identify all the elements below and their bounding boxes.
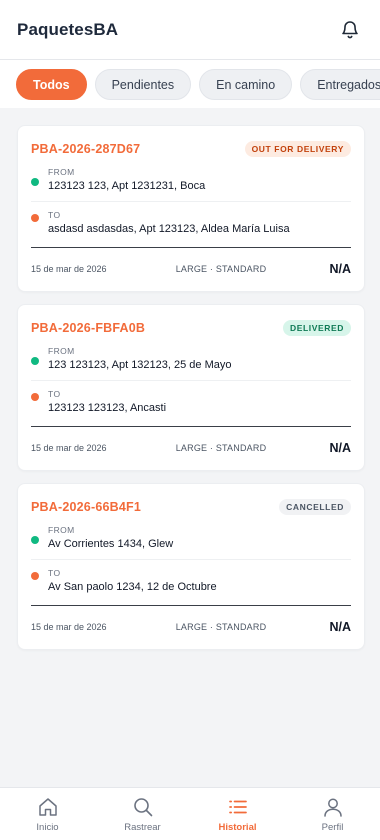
filter-tabs-bar: Todos Pendientes En camino Entregados: [0, 60, 380, 108]
tab-entregados[interactable]: Entregados: [300, 69, 380, 100]
origin: FROM Av Corrientes 1434, Glew: [31, 524, 351, 560]
home-icon: [36, 795, 60, 819]
destination-dot-icon: [31, 393, 39, 401]
nav-perfil-label: Perfil: [321, 822, 344, 833]
origin: FROM 123123 123, Apt 1231231, Boca: [31, 166, 351, 202]
destination-address: Av San paolo 1234, 12 de Octubre: [48, 581, 217, 593]
nav-inicio[interactable]: Inicio: [0, 788, 95, 833]
origin-label: FROM: [48, 525, 75, 535]
nav-rastrear[interactable]: Rastrear: [95, 788, 190, 833]
nav-perfil[interactable]: Perfil: [285, 788, 380, 833]
destination-dot-icon: [31, 572, 39, 580]
destination: TO Av San paolo 1234, 12 de Octubre: [31, 560, 351, 605]
status-badge: OUT FOR DELIVERY: [244, 140, 351, 157]
destination: TO 123123 123123, Ancasti: [31, 381, 351, 426]
shipment-size: LARGE · STANDARD: [175, 263, 267, 274]
shipment-list: PBA-2026-287D67 OUT FOR DELIVERY FROM 12…: [17, 125, 365, 662]
bottom-nav: Inicio Rastrear Historial Perfil: [0, 787, 380, 840]
origin-dot-icon: [31, 357, 39, 365]
origin-dot-icon: [31, 178, 39, 186]
tab-pendientes[interactable]: Pendientes: [94, 69, 192, 100]
shipment-price: N/A: [329, 619, 351, 634]
route: FROM 123123 123, Apt 1231231, Boca TO as…: [31, 166, 351, 247]
card-footer: 15 de mar de 2026 LARGE · STANDARD N/A: [31, 426, 351, 458]
tab-todos[interactable]: Todos: [16, 69, 87, 100]
destination-address: 123123 123123, Ancasti: [48, 402, 167, 414]
origin-address: Av Corrientes 1434, Glew: [48, 538, 174, 550]
status-badge: CANCELLED: [279, 498, 351, 515]
list-icon: [226, 795, 250, 819]
nav-rastrear-label: Rastrear: [124, 822, 161, 833]
top-bar: PaquetesBA: [0, 0, 380, 60]
origin-dot-icon: [31, 536, 39, 544]
shipment-card[interactable]: PBA-2026-66B4F1 CANCELLED FROM Av Corrie…: [17, 483, 365, 650]
route: FROM Av Corrientes 1434, Glew TO Av San …: [31, 524, 351, 605]
shipment-date: 15 de mar de 2026: [31, 621, 107, 632]
tab-en-camino[interactable]: En camino: [199, 69, 293, 100]
filter-tabs: Todos Pendientes En camino Entregados: [0, 60, 380, 100]
shipment-price: N/A: [329, 440, 351, 455]
card-footer: 15 de mar de 2026 LARGE · STANDARD N/A: [31, 605, 351, 637]
route: FROM 123 123123, Apt 132123, 25 de Mayo …: [31, 345, 351, 426]
destination-label: TO: [48, 210, 61, 220]
destination: TO asdasd asdasdas, Apt 123123, Aldea Ma…: [31, 202, 351, 247]
user-icon: [321, 795, 345, 819]
nav-inicio-label: Inicio: [36, 822, 59, 833]
card-header: PBA-2026-FBFA0B DELIVERED: [31, 319, 351, 336]
bell-icon[interactable]: [338, 18, 362, 42]
destination-label: TO: [48, 389, 61, 399]
origin-label: FROM: [48, 346, 75, 356]
card-header: PBA-2026-287D67 OUT FOR DELIVERY: [31, 140, 351, 157]
destination-label: TO: [48, 568, 61, 578]
shipment-date: 15 de mar de 2026: [31, 442, 107, 453]
destination-address: asdasd asdasdas, Apt 123123, Aldea María…: [48, 223, 290, 235]
origin-label: FROM: [48, 167, 75, 177]
nav-historial[interactable]: Historial: [190, 788, 285, 833]
shipment-card[interactable]: PBA-2026-FBFA0B DELIVERED FROM 123 12312…: [17, 304, 365, 471]
tracking-number: PBA-2026-FBFA0B: [31, 320, 146, 335]
status-badge: DELIVERED: [282, 319, 351, 336]
shipment-size: LARGE · STANDARD: [175, 442, 267, 453]
search-icon: [131, 795, 155, 819]
card-header: PBA-2026-66B4F1 CANCELLED: [31, 498, 351, 515]
nav-historial-label: Historial: [218, 822, 257, 833]
app-root: PaquetesBA Todos Pendientes En camino En…: [0, 0, 380, 840]
card-footer: 15 de mar de 2026 LARGE · STANDARD N/A: [31, 247, 351, 279]
shipment-card[interactable]: PBA-2026-287D67 OUT FOR DELIVERY FROM 12…: [17, 125, 365, 292]
shipment-date: 15 de mar de 2026: [31, 263, 107, 274]
tracking-number: PBA-2026-287D67: [31, 141, 141, 156]
destination-dot-icon: [31, 214, 39, 222]
app-brand: PaquetesBA: [17, 19, 119, 39]
origin: FROM 123 123123, Apt 132123, 25 de Mayo: [31, 345, 351, 381]
shipment-size: LARGE · STANDARD: [175, 621, 267, 632]
shipment-price: N/A: [329, 261, 351, 276]
tracking-number: PBA-2026-66B4F1: [31, 499, 141, 514]
origin-address: 123 123123, Apt 132123, 25 de Mayo: [48, 359, 232, 371]
origin-address: 123123 123, Apt 1231231, Boca: [48, 180, 206, 192]
